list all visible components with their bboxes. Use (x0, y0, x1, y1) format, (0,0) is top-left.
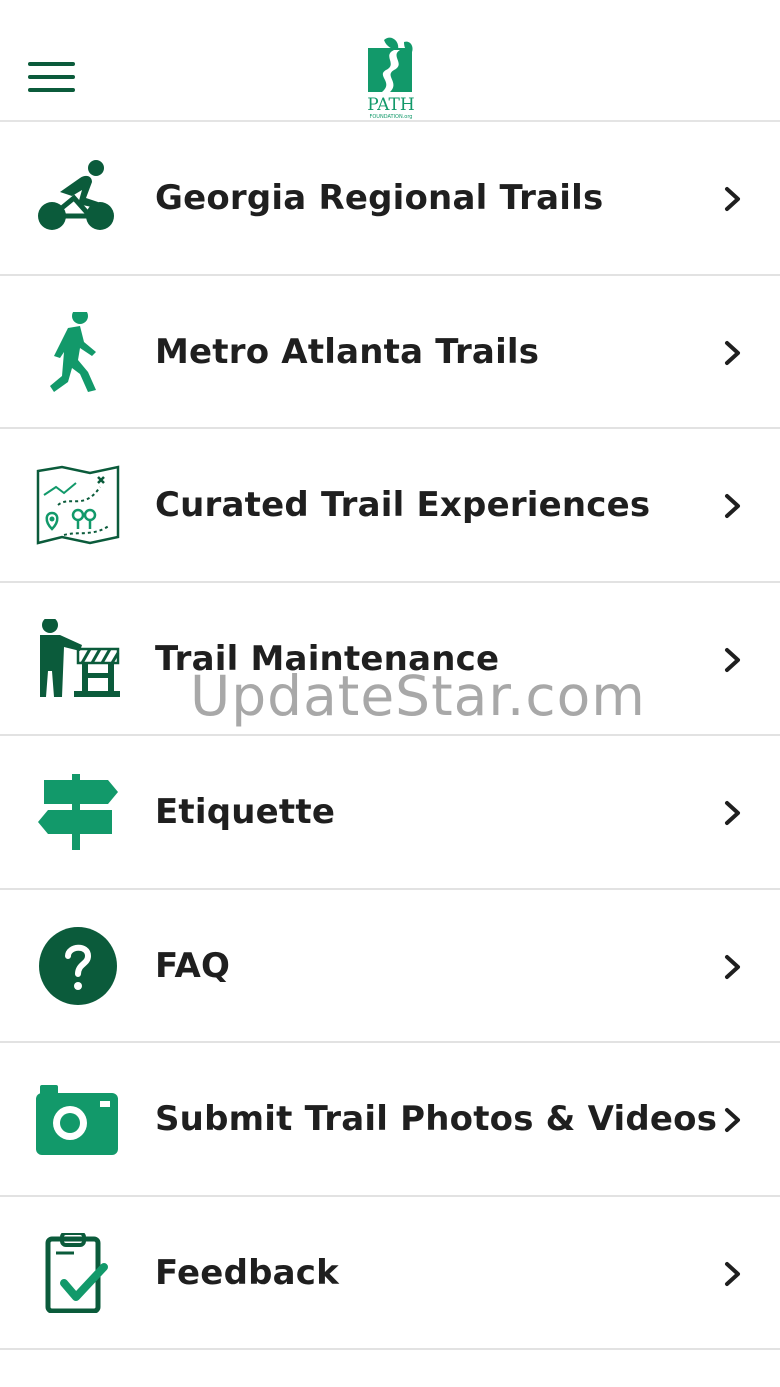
menu-line-icon (28, 62, 75, 66)
path-foundation-logo: PATH FOUNDATION.org (364, 36, 418, 120)
hamburger-menu-button[interactable] (28, 62, 78, 96)
hiker-icon (34, 311, 122, 392)
menu-item-label: Metro Atlanta Trails (155, 331, 540, 372)
question-circle-icon (34, 926, 122, 1006)
menu-item-faq[interactable]: FAQ (0, 890, 780, 1043)
chevron-right-icon (725, 647, 740, 672)
chevron-right-icon (725, 340, 740, 365)
chevron-right-icon (725, 1261, 740, 1286)
menu-list: Georgia Regional Trails Metro Atlanta Tr… (0, 122, 780, 1350)
menu-item-etiquette[interactable]: Etiquette (0, 736, 780, 890)
chevron-right-icon (725, 1108, 740, 1132)
menu-item-label: Submit Trail Photos & Videos (155, 1099, 718, 1139)
menu-item-label: Feedback (155, 1252, 339, 1293)
menu-item-label: FAQ (155, 945, 231, 986)
camera-icon (34, 1079, 122, 1159)
menu-item-label: Georgia Regional Trails (155, 178, 604, 218)
svg-text:FOUNDATION.org: FOUNDATION.org (369, 114, 412, 120)
menu-item-label: Etiquette (155, 792, 336, 832)
signpost-icon (34, 772, 122, 852)
app-header: PATH FOUNDATION.org (0, 0, 780, 122)
chevron-right-icon (725, 954, 740, 979)
menu-item-label: Curated Trail Experiences (155, 485, 651, 525)
chevron-right-icon (725, 187, 740, 211)
maintenance-worker-icon (34, 618, 122, 699)
chevron-right-icon (725, 801, 740, 825)
svg-text:PATH: PATH (367, 95, 414, 115)
trail-map-icon (34, 465, 122, 545)
menu-item-submit-trail-photos-videos[interactable]: Submit Trail Photos & Videos (0, 1043, 780, 1197)
menu-line-icon (28, 88, 75, 92)
watermark-text: UpdateStar.com (190, 664, 646, 728)
menu-item-georgia-regional-trails[interactable]: Georgia Regional Trails (0, 122, 780, 276)
menu-item-curated-trail-experiences[interactable]: Curated Trail Experiences (0, 429, 780, 583)
menu-line-icon (28, 75, 75, 79)
menu-item-feedback[interactable]: Feedback (0, 1197, 780, 1350)
chevron-right-icon (725, 494, 740, 518)
menu-item-metro-atlanta-trails[interactable]: Metro Atlanta Trails (0, 276, 780, 429)
clipboard-check-icon (34, 1232, 122, 1313)
cyclist-icon (34, 158, 122, 238)
